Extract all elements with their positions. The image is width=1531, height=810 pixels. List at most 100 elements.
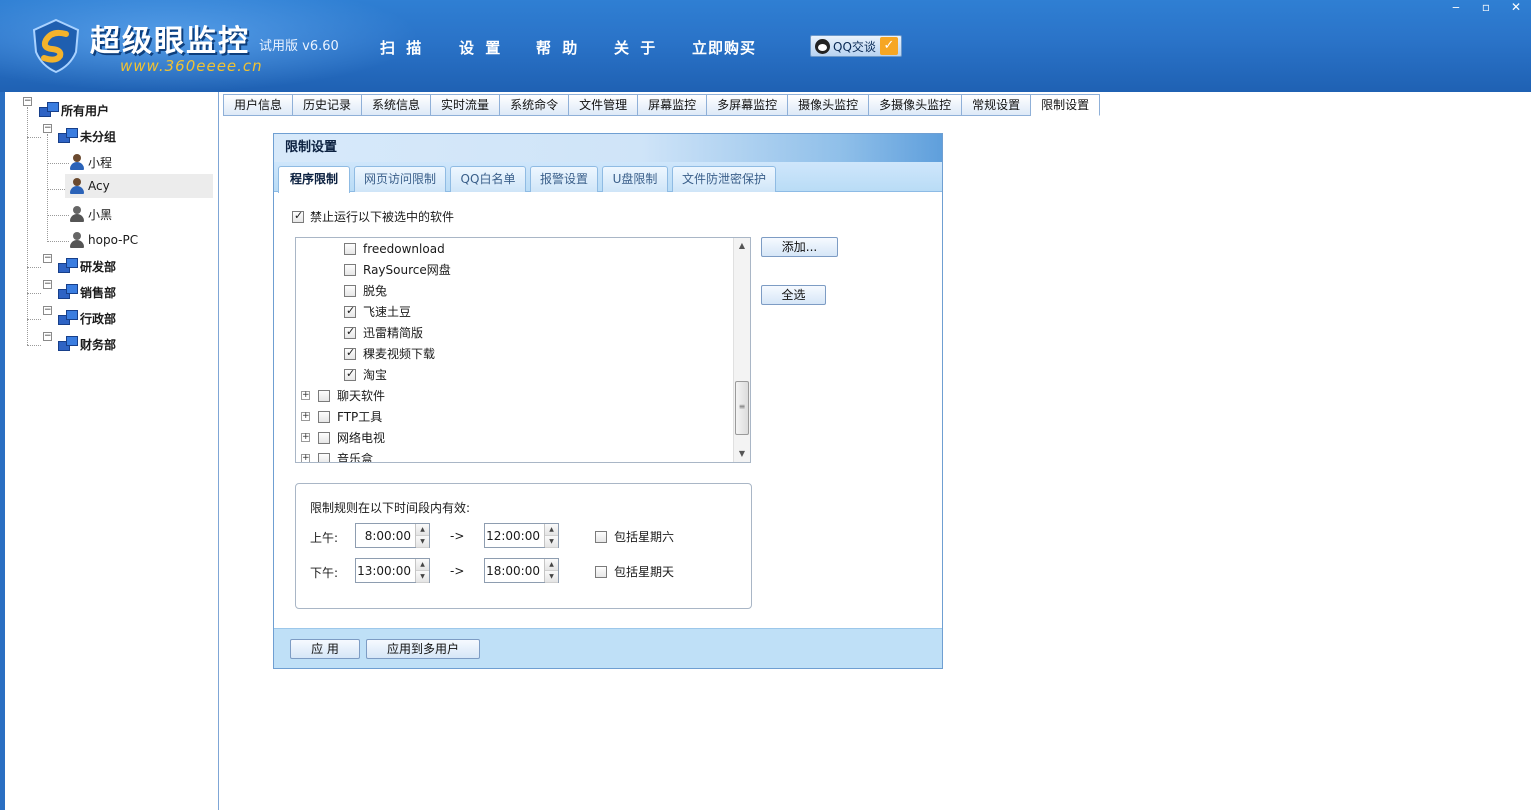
list-group[interactable]: + 聊天软件 [301, 385, 385, 406]
item-checkbox[interactable] [318, 410, 330, 423]
tab-restriction-settings[interactable]: 限制设置 [1031, 94, 1101, 116]
tab-multi-camera-monitor[interactable]: 多摄像头监控 [869, 94, 963, 116]
collapse-icon[interactable]: − [43, 254, 52, 263]
tab-general-settings[interactable]: 常规设置 [962, 94, 1032, 116]
tab-user-info[interactable]: 用户信息 [223, 94, 294, 116]
tree-root-all-users[interactable]: 所有用户 [39, 99, 109, 121]
expand-icon[interactable]: + [301, 454, 310, 462]
tree-group-finance[interactable]: 财务部 [58, 333, 116, 355]
tree-group-rnd[interactable]: 研发部 [58, 255, 116, 277]
tab-camera-monitor[interactable]: 摄像头监控 [788, 94, 870, 116]
tab-file-manager[interactable]: 文件管理 [569, 94, 639, 116]
maximize-icon[interactable]: ▫ [1471, 0, 1501, 16]
tree-group-sales[interactable]: 销售部 [58, 281, 116, 303]
tree-user-acy[interactable]: Acy [65, 174, 213, 198]
item-checkbox[interactable] [344, 367, 356, 381]
block-software-option[interactable]: 禁止运行以下被选中的软件 [292, 208, 454, 225]
list-item[interactable]: RaySource网盘 [344, 259, 451, 280]
subtab-alarm-settings[interactable]: 报警设置 [530, 166, 598, 192]
include-sunday-checkbox[interactable] [595, 565, 607, 578]
list-group[interactable]: + 网络电视 [301, 427, 385, 448]
list-scrollbar[interactable]: ▲ ≡ ▼ [733, 238, 750, 462]
tree-user-hopo-pc[interactable]: hopo-PC [69, 229, 213, 251]
list-item[interactable]: 飞速土豆 [344, 301, 411, 322]
tab-system-info[interactable]: 系统信息 [362, 94, 432, 116]
tab-multi-screen-monitor[interactable]: 多屏幕监控 [707, 94, 789, 116]
item-checkbox[interactable] [344, 325, 356, 339]
item-checkbox[interactable] [344, 263, 356, 276]
spinner-arrows[interactable]: ▲ ▼ [544, 524, 558, 548]
morning-end-time[interactable]: 12:00:00 ▲ ▼ [484, 523, 559, 548]
afternoon-end-time[interactable]: 18:00:00 ▲ ▼ [484, 558, 559, 583]
add-button[interactable]: 添加... [761, 237, 838, 257]
item-checkbox[interactable] [318, 452, 330, 462]
tree-line [27, 319, 41, 320]
collapse-icon[interactable]: − [43, 280, 52, 289]
scroll-thumb[interactable]: ≡ [735, 381, 749, 435]
tab-screen-monitor[interactable]: 屏幕监控 [638, 94, 708, 116]
spinner-arrows[interactable]: ▲ ▼ [415, 559, 429, 583]
tree-node-label: 小黑 [88, 207, 113, 222]
subtab-program-limit[interactable]: 程序限制 [278, 166, 350, 193]
expand-icon[interactable]: + [301, 412, 310, 421]
item-label: 网络电视 [337, 431, 386, 445]
tree-user-xiaohei[interactable]: 小黑 [69, 203, 213, 225]
menu-about[interactable]: 关 于 [614, 37, 658, 58]
menu-buy-now[interactable]: 立即购买 [692, 37, 756, 58]
minimize-icon[interactable]: ‒ [1441, 0, 1471, 16]
list-item[interactable]: freedownload [344, 238, 445, 259]
collapse-icon[interactable]: − [43, 332, 52, 341]
list-group[interactable]: + FTP工具 [301, 406, 382, 427]
expand-icon[interactable]: + [301, 433, 310, 442]
block-software-checkbox[interactable] [292, 209, 304, 223]
tab-realtime-traffic[interactable]: 实时流量 [431, 94, 501, 116]
tab-history[interactable]: 历史记录 [293, 94, 363, 116]
subtab-web-access-limit[interactable]: 网页访问限制 [354, 166, 446, 192]
schedule-caption: 限制规则在以下时间段内有效: [310, 501, 471, 515]
item-checkbox[interactable] [344, 242, 356, 255]
scroll-down-icon[interactable]: ▼ [734, 446, 750, 462]
item-checkbox[interactable] [344, 346, 356, 360]
collapse-icon[interactable]: − [43, 306, 52, 315]
list-group[interactable]: + 音乐盒 [301, 448, 373, 462]
item-label: RaySource网盘 [363, 263, 451, 277]
list-item[interactable]: 脱兔 [344, 280, 387, 301]
qq-chat-button[interactable]: QQ交谈 ✓ [810, 35, 902, 57]
list-item[interactable]: 稞麦视频下载 [344, 343, 435, 364]
subtab-qq-whitelist[interactable]: QQ白名单 [450, 166, 526, 192]
tree-group-admin[interactable]: 行政部 [58, 307, 116, 329]
list-item[interactable]: 淘宝 [344, 364, 387, 385]
close-icon[interactable]: ✕ [1501, 0, 1531, 16]
apply-to-multiple-users-button[interactable]: 应用到多用户 [366, 639, 480, 659]
menu-settings[interactable]: 设 置 [459, 37, 503, 58]
morning-start-time[interactable]: 8:00:00 ▲ ▼ [355, 523, 430, 548]
menu-help[interactable]: 帮 助 [536, 37, 580, 58]
include-saturday-checkbox[interactable] [595, 530, 607, 543]
subtab-usb-limit[interactable]: U盘限制 [602, 166, 668, 192]
tab-system-commands[interactable]: 系统命令 [500, 94, 570, 116]
software-list[interactable]: freedownload RaySource网盘 脱兔 飞速土豆 迅雷精简版 稞… [295, 237, 751, 463]
list-item[interactable]: 迅雷精简版 [344, 322, 423, 343]
item-label: 迅雷精简版 [363, 326, 424, 340]
spinner-arrows[interactable]: ▲ ▼ [415, 524, 429, 548]
collapse-icon[interactable]: − [23, 97, 32, 106]
user-icon [69, 231, 86, 249]
item-checkbox[interactable] [318, 389, 330, 402]
include-saturday-option[interactable]: 包括星期六 [595, 528, 674, 545]
menu-scan[interactable]: 扫 描 [380, 37, 424, 58]
splitter[interactable] [218, 92, 219, 810]
select-all-button[interactable]: 全选 [761, 285, 826, 305]
include-sunday-option[interactable]: 包括星期天 [595, 563, 674, 580]
item-checkbox[interactable] [344, 304, 356, 318]
afternoon-start-time[interactable]: 13:00:00 ▲ ▼ [355, 558, 430, 583]
scroll-up-icon[interactable]: ▲ [734, 238, 750, 254]
item-checkbox[interactable] [344, 284, 356, 297]
tree-user-xiaocheng[interactable]: 小程 [69, 151, 213, 173]
collapse-icon[interactable]: − [43, 124, 52, 133]
spinner-arrows[interactable]: ▲ ▼ [544, 559, 558, 583]
tree-group-ungrouped[interactable]: 未分组 [58, 125, 116, 147]
item-checkbox[interactable] [318, 431, 330, 444]
subtab-file-leak-protection[interactable]: 文件防泄密保护 [672, 166, 776, 192]
apply-button[interactable]: 应 用 [290, 639, 360, 659]
expand-icon[interactable]: + [301, 391, 310, 400]
